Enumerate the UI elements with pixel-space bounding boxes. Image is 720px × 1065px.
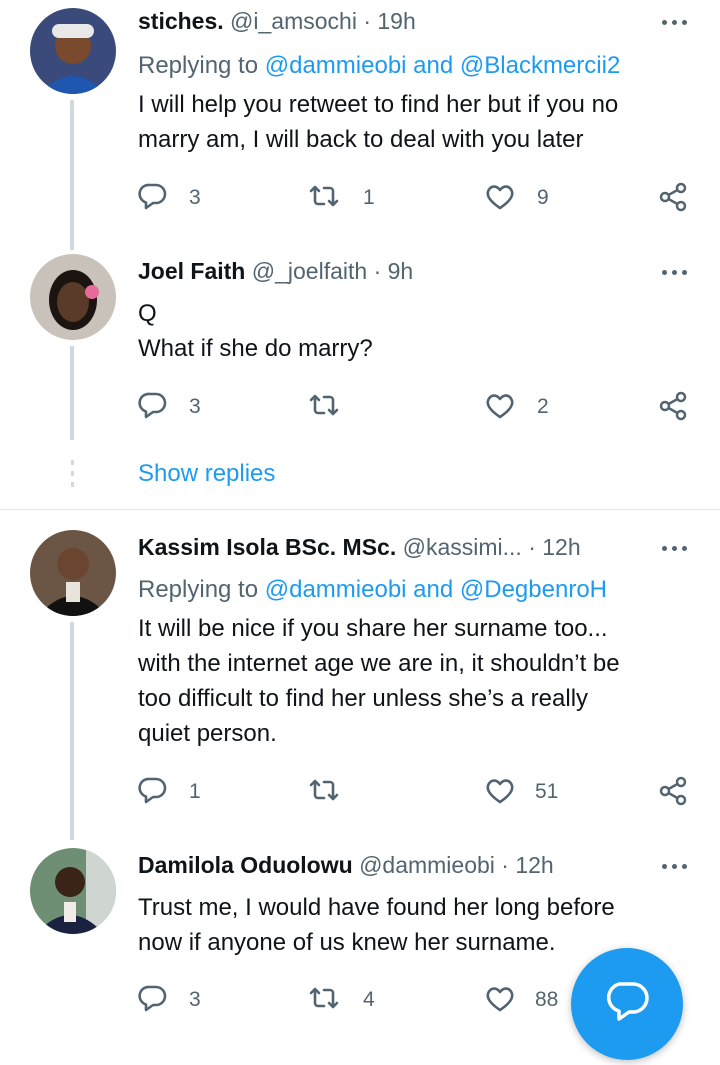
author-name[interactable]: Kassim Isola BSc. MSc. — [138, 534, 396, 560]
tweet-text: I will help you retweet to find her but … — [138, 91, 619, 153]
retweet-icon — [309, 779, 339, 801]
retweet-icon — [309, 987, 339, 1009]
reply-count: 3 — [189, 988, 201, 1011]
more-icon[interactable] — [660, 12, 690, 32]
mention-link[interactable]: @DegbenroH — [460, 576, 607, 603]
share-icon — [659, 182, 687, 212]
mention-link[interactable]: @Blackmercii2 — [460, 52, 620, 79]
share-button[interactable] — [658, 771, 688, 811]
retweet-button[interactable] — [305, 771, 343, 811]
like-icon — [486, 987, 514, 1012]
author-name[interactable]: Damilola Oduolowu — [138, 852, 353, 878]
tweet-text: Q What if she do marry? — [138, 300, 373, 362]
like-icon — [486, 779, 514, 804]
retweet-icon — [309, 394, 339, 416]
tweet-text: It will be nice if you share her surname… — [138, 615, 620, 747]
like-button[interactable] — [484, 177, 516, 217]
reply-count: 3 — [189, 395, 201, 418]
reply-count: 3 — [189, 186, 201, 209]
timestamp[interactable]: · 12h — [501, 852, 553, 878]
author-handle[interactable]: @_joelfaith — [252, 258, 367, 284]
reply-icon — [138, 985, 167, 1012]
reply-button[interactable] — [137, 979, 169, 1019]
compose-reply-icon — [606, 982, 649, 1021]
retweet-button[interactable] — [305, 177, 343, 217]
like-button[interactable] — [484, 771, 516, 811]
reply-icon — [138, 183, 167, 210]
share-icon — [659, 776, 687, 806]
tweet[interactable]: Kassim Isola BSc. MSc. @kassimi... · 12h… — [0, 510, 720, 840]
mention-link[interactable]: @dammieobi — [265, 576, 407, 603]
like-icon — [486, 394, 514, 419]
mention-link[interactable]: @dammieobi — [265, 52, 407, 79]
reply-button[interactable] — [137, 771, 169, 811]
like-count: 2 — [537, 395, 549, 418]
author-handle[interactable]: @kassimi... — [403, 534, 522, 560]
avatar[interactable] — [30, 848, 116, 934]
more-icon[interactable] — [660, 262, 690, 282]
reply-count: 1 — [189, 780, 201, 803]
retweet-icon — [309, 185, 339, 207]
retweet-button[interactable] — [305, 979, 343, 1019]
like-button[interactable] — [484, 386, 516, 426]
author-name[interactable]: stiches. — [138, 8, 224, 34]
avatar[interactable] — [30, 254, 116, 340]
thread-line — [70, 100, 74, 250]
like-count: 51 — [535, 780, 559, 803]
like-count: 88 — [535, 988, 559, 1011]
share-button[interactable] — [658, 177, 688, 217]
reply-icon — [138, 392, 167, 419]
share-button[interactable] — [658, 386, 688, 426]
avatar[interactable] — [30, 8, 116, 94]
more-icon[interactable] — [660, 856, 690, 876]
replying-to: Replying to @dammieobi and @DegbenroH — [138, 576, 607, 603]
tweet[interactable]: stiches. @i_amsochi · 19h Replying to @d… — [0, 0, 720, 250]
author-name[interactable]: Joel Faith — [138, 258, 245, 284]
timestamp[interactable]: · 19h — [363, 8, 415, 34]
tweet[interactable]: Joel Faith @_joelfaith · 9h Q What if sh… — [0, 250, 720, 510]
like-button[interactable] — [484, 979, 516, 1019]
share-icon — [659, 391, 687, 421]
retweet-count: 1 — [363, 186, 375, 209]
like-icon — [486, 185, 514, 210]
timestamp[interactable]: · 9h — [374, 258, 414, 284]
avatar[interactable] — [30, 530, 116, 616]
author-handle[interactable]: @dammieobi — [359, 852, 495, 878]
like-count: 9 — [537, 186, 549, 209]
timestamp[interactable]: · 12h — [528, 534, 580, 560]
more-icon[interactable] — [660, 538, 690, 558]
author-handle[interactable]: @i_amsochi — [230, 8, 357, 34]
reply-button[interactable] — [137, 386, 169, 426]
collapsed-thread-indicator — [71, 460, 74, 493]
replying-to: Replying to @dammieobi and @Blackmercii2 — [138, 52, 621, 79]
reply-button[interactable] — [137, 177, 169, 217]
show-replies-link[interactable]: Show replies — [138, 460, 275, 488]
retweet-count: 4 — [363, 988, 375, 1011]
compose-reply-button[interactable] — [571, 948, 683, 1060]
reply-icon — [138, 777, 167, 804]
retweet-button[interactable] — [305, 386, 343, 426]
